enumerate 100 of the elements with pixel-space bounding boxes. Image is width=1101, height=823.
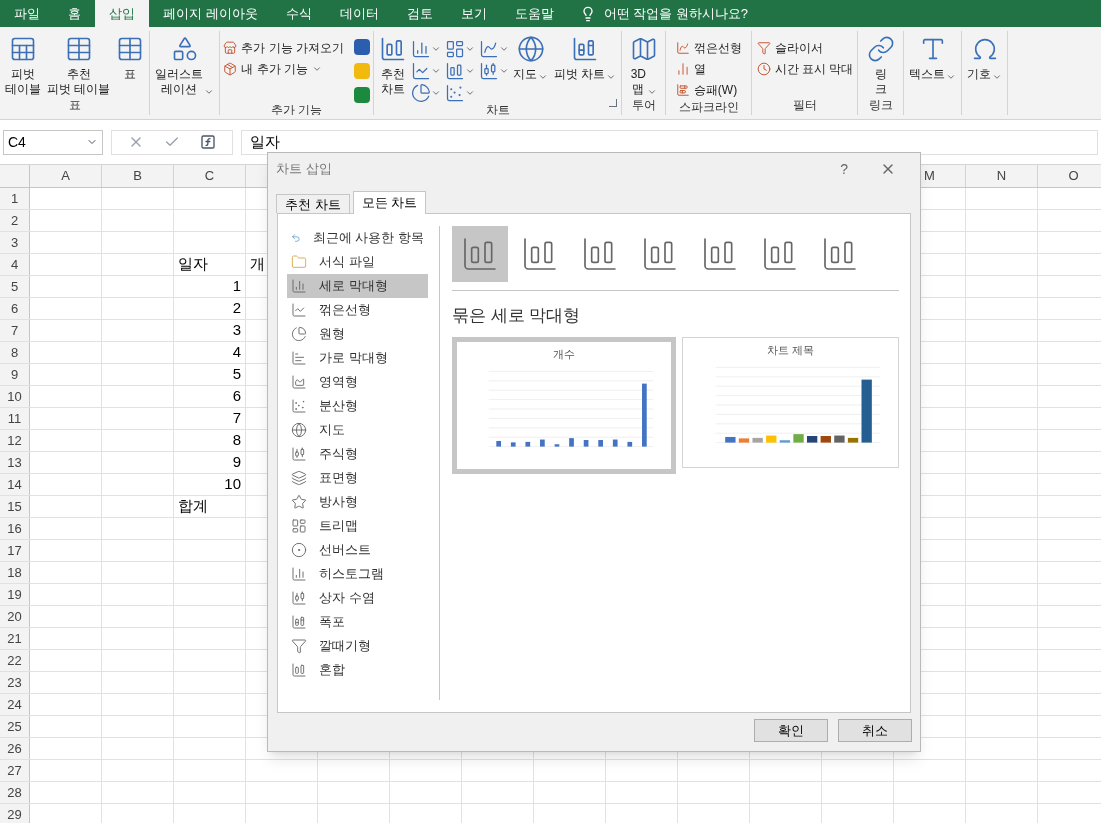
chart-type-item[interactable]: 혼합 xyxy=(287,658,428,682)
chart-type-item[interactable]: 가로 막대형 xyxy=(287,346,428,370)
app-icon[interactable] xyxy=(354,39,370,55)
column-header[interactable]: B xyxy=(102,165,174,187)
column-header[interactable]: C xyxy=(174,165,246,187)
ribbon-button[interactable]: 내 추가 기능 xyxy=(223,58,344,79)
ribbon-button[interactable]: 지도 xyxy=(511,35,550,82)
chart-type-item[interactable]: 원형 xyxy=(287,322,428,346)
ribbon-button[interactable]: 슬라이서 xyxy=(756,37,854,58)
row-header[interactable]: 13 xyxy=(0,452,30,473)
chart-gallery-button[interactable] xyxy=(445,61,475,81)
row-header[interactable]: 12 xyxy=(0,430,30,451)
launcher-icon[interactable] xyxy=(609,99,618,107)
chart-type-item[interactable]: 표면형 xyxy=(287,466,428,490)
chart-preview[interactable]: 개수 xyxy=(452,336,676,474)
chart-gallery-button[interactable] xyxy=(479,61,509,81)
row-header[interactable]: 10 xyxy=(0,386,30,407)
row-header[interactable]: 19 xyxy=(0,584,30,605)
row-header[interactable]: 18 xyxy=(0,562,30,583)
ribbon-button[interactable]: 기호 xyxy=(965,35,1005,82)
ribbon-button[interactable]: 시간 표시 막대 xyxy=(756,58,854,79)
ribbon-tab[interactable]: 파일 xyxy=(0,0,54,27)
chart-type-item[interactable]: 꺾은선형 xyxy=(287,298,428,322)
chart-type-item[interactable]: 트리맵 xyxy=(287,514,428,538)
row-header[interactable]: 7 xyxy=(0,320,30,341)
chart-preview[interactable]: 차트 제목 xyxy=(682,336,899,468)
chart-subtype-button[interactable] xyxy=(452,226,508,282)
chart-gallery-button[interactable] xyxy=(411,61,441,81)
chart-type-item[interactable]: 최근에 사용한 항목 xyxy=(287,226,428,250)
row-header[interactable]: 20 xyxy=(0,606,30,627)
chart-type-item[interactable]: 서식 파일 xyxy=(287,250,428,274)
chart-type-item[interactable]: 폭포 xyxy=(287,610,428,634)
ribbon-button[interactable]: 링 크 xyxy=(864,35,897,97)
row-header[interactable]: 26 xyxy=(0,738,30,759)
chart-type-item[interactable]: 세로 막대형 xyxy=(287,274,428,298)
chart-type-item[interactable]: 지도 xyxy=(287,418,428,442)
row-header[interactable]: 1 xyxy=(0,188,30,209)
row-header[interactable]: 28 xyxy=(0,782,30,803)
chart-gallery-button[interactable] xyxy=(411,39,441,59)
ribbon-button[interactable]: 텍스트 xyxy=(907,35,959,82)
ribbon-button[interactable]: 승패(W) xyxy=(675,79,742,100)
row-header[interactable]: 16 xyxy=(0,518,30,539)
chart-gallery-button[interactable] xyxy=(445,39,475,59)
chart-gallery-button[interactable] xyxy=(445,83,475,103)
row-header[interactable]: 15 xyxy=(0,496,30,517)
ribbon-tab[interactable]: 수식 xyxy=(271,0,326,27)
ribbon-button[interactable]: 표 xyxy=(114,35,147,82)
chart-gallery-button[interactable] xyxy=(479,39,509,59)
function-icon[interactable] xyxy=(200,134,216,150)
chart-type-item[interactable]: 선버스트 xyxy=(287,538,428,562)
row-header[interactable]: 3 xyxy=(0,232,30,253)
app-icon[interactable] xyxy=(354,87,370,103)
chart-type-item[interactable]: 영역형 xyxy=(287,370,428,394)
row-header[interactable]: 14 xyxy=(0,474,30,495)
row-header[interactable]: 17 xyxy=(0,540,30,561)
row-header[interactable]: 29 xyxy=(0,804,30,823)
ribbon-button[interactable]: 추천 피벗 테이블 xyxy=(45,35,113,97)
ribbon-tab[interactable]: 데이터 xyxy=(325,0,393,27)
column-header[interactable]: A xyxy=(30,165,102,187)
ribbon-tab[interactable]: 도움말 xyxy=(500,0,568,27)
name-box[interactable]: C4 xyxy=(3,129,103,155)
chart-type-item[interactable]: 상자 수염 xyxy=(287,586,428,610)
ribbon-button[interactable]: 일러스트 레이션 xyxy=(153,35,217,97)
column-header[interactable]: N xyxy=(966,165,1038,187)
ribbon-tab[interactable]: 삽입 xyxy=(95,0,149,27)
row-header[interactable]: 4 xyxy=(0,254,30,275)
row-header[interactable]: 23 xyxy=(0,672,30,693)
ribbon-button[interactable]: 3D 맵 xyxy=(627,35,660,97)
dialog-button[interactable]: 확인 xyxy=(754,719,828,742)
chart-type-item[interactable]: 깔때기형 xyxy=(287,634,428,658)
ribbon-button[interactable]: 피벗 테이블 xyxy=(3,35,43,97)
ribbon-tab[interactable]: 검토 xyxy=(392,0,447,27)
ribbon-button[interactable]: 피벗 차트 xyxy=(552,35,619,82)
chart-type-item[interactable]: 방사형 xyxy=(287,490,428,514)
tell-me-field[interactable]: 어떤 작업을 원하시나요? xyxy=(603,3,749,24)
ribbon-tab[interactable]: 페이지 레이아웃 xyxy=(149,0,272,27)
column-header[interactable]: O xyxy=(1038,165,1101,187)
row-header[interactable]: 27 xyxy=(0,760,30,781)
row-header[interactable]: 25 xyxy=(0,716,30,737)
chart-gallery-button[interactable] xyxy=(411,83,441,103)
dialog-button[interactable]: 취소 xyxy=(838,719,912,742)
ribbon-button[interactable]: 추가 기능 가져오기 xyxy=(223,37,344,58)
row-header[interactable]: 6 xyxy=(0,298,30,319)
row-header[interactable]: 11 xyxy=(0,408,30,429)
chart-type-item[interactable]: 히스토그램 xyxy=(287,562,428,586)
ribbon-tab[interactable]: 홈 xyxy=(54,0,95,27)
row-header[interactable]: 8 xyxy=(0,342,30,363)
ribbon-button[interactable]: 추천 차트 xyxy=(377,35,409,97)
ribbon-button[interactable]: 꺾은선형 xyxy=(675,37,742,58)
dialog-tab[interactable]: 모든 차트 xyxy=(352,191,427,214)
row-header[interactable]: 24 xyxy=(0,694,30,715)
chart-type-item[interactable]: 분산형 xyxy=(287,394,428,418)
chart-type-item[interactable]: 주식형 xyxy=(287,442,428,466)
ribbon-tab[interactable]: 보기 xyxy=(446,0,501,27)
dialog-tab[interactable]: 추천 차트 xyxy=(276,194,350,213)
row-header[interactable]: 9 xyxy=(0,364,30,385)
help-button[interactable]: ? xyxy=(840,158,848,180)
row-header[interactable]: 21 xyxy=(0,628,30,649)
row-header[interactable]: 22 xyxy=(0,650,30,671)
ribbon-button[interactable]: 열 xyxy=(675,58,742,79)
